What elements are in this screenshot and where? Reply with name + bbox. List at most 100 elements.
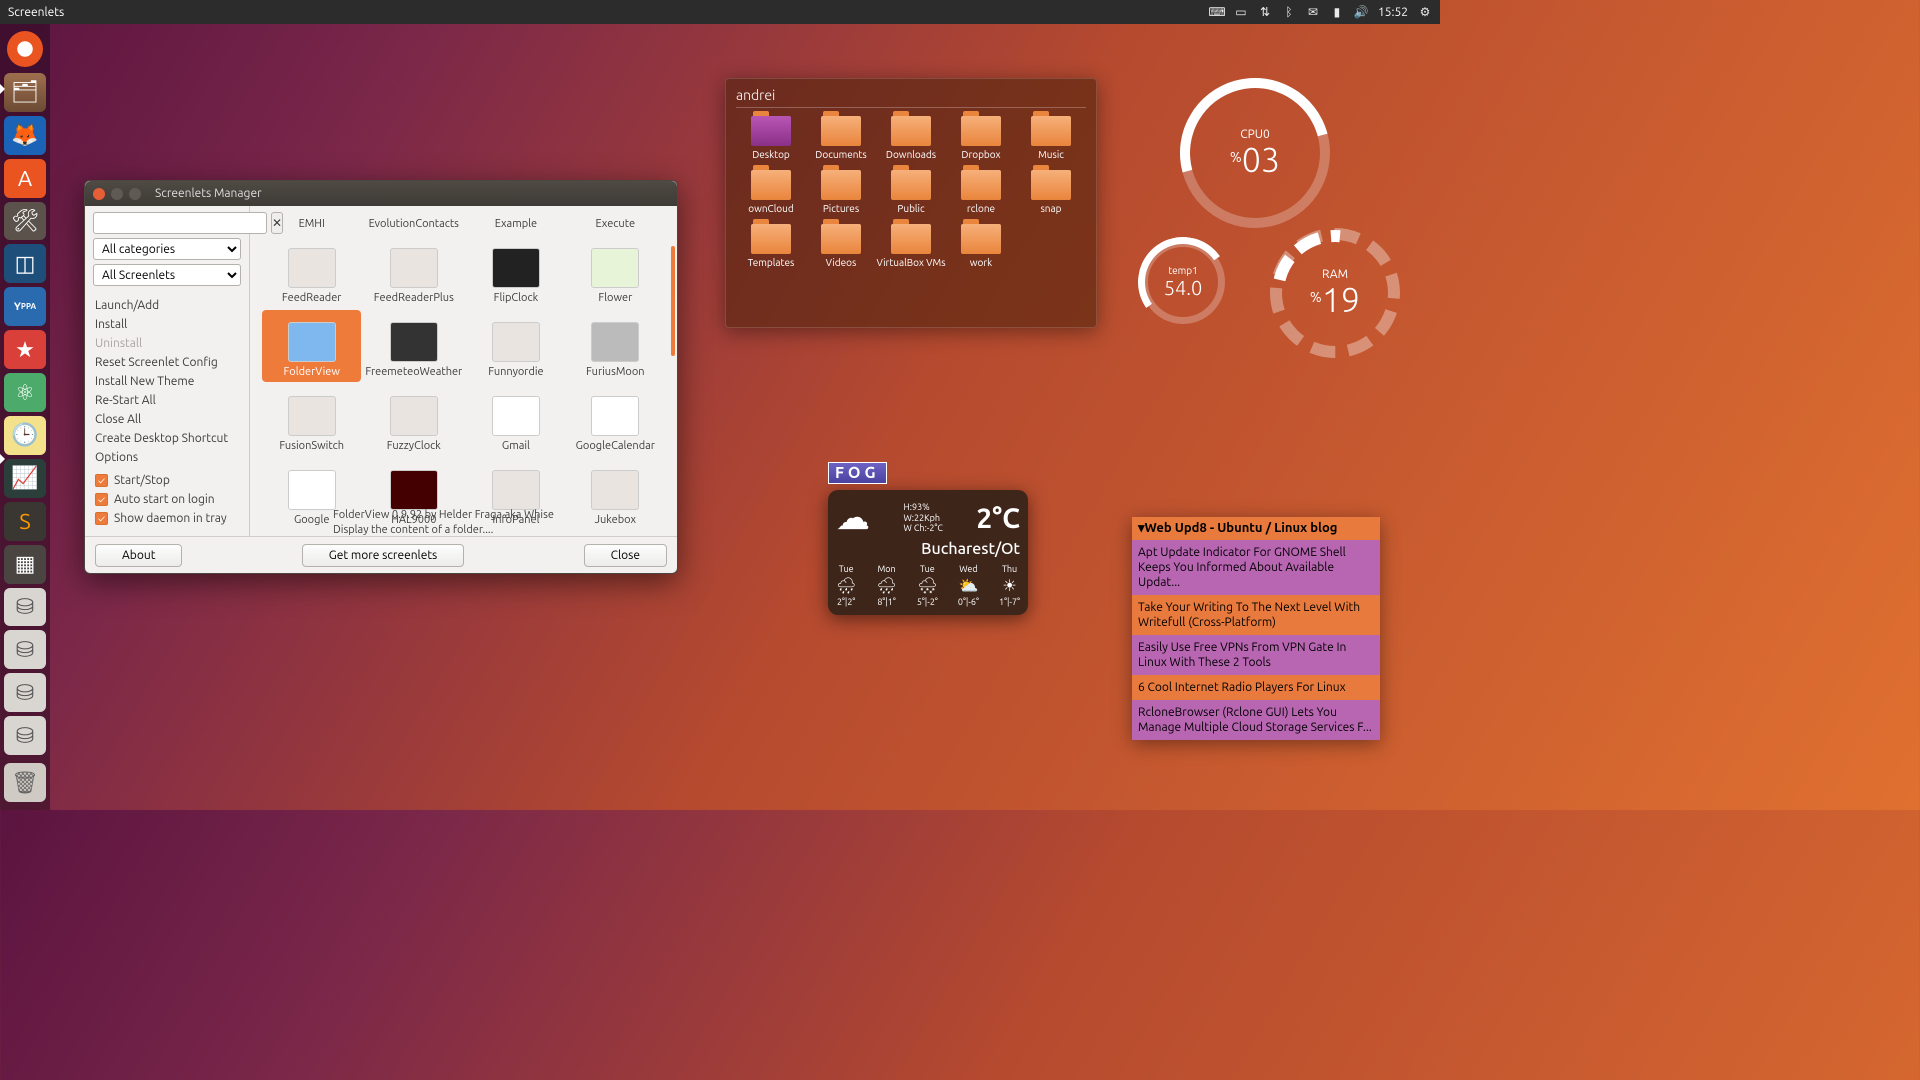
- menu-options[interactable]: Options: [93, 448, 241, 467]
- folder-dropbox[interactable]: Dropbox: [946, 116, 1016, 160]
- screenlet-fusionswitch[interactable]: FusionSwitch: [262, 384, 361, 456]
- dash-icon[interactable]: [4, 30, 46, 69]
- sublime-icon[interactable]: S: [4, 502, 46, 541]
- folderview-widget[interactable]: andrei DesktopDocumentsDownloadsDropboxM…: [725, 78, 1097, 328]
- firefox-icon[interactable]: 🦊: [4, 116, 46, 155]
- folder-documents[interactable]: Documents: [806, 116, 876, 160]
- screenlet-googlecalendar[interactable]: GoogleCalendar: [566, 384, 665, 456]
- screenlet-example[interactable]: Example: [466, 212, 565, 234]
- trash-icon[interactable]: 🗑: [4, 763, 46, 802]
- menu-launch-add[interactable]: Launch/Add: [93, 296, 241, 315]
- folder-owncloud[interactable]: ownCloud: [736, 170, 806, 214]
- volume-icon[interactable]: 🔊: [1354, 5, 1368, 19]
- feed-item[interactable]: Easily Use Free VPNs From VPN Gate In Li…: [1132, 635, 1380, 675]
- check-start-stop[interactable]: ✓Start/Stop: [93, 471, 241, 490]
- search-input[interactable]: [93, 212, 267, 234]
- forecast-day: Tue🌧2°|2°: [836, 564, 856, 607]
- menu-install[interactable]: Install: [93, 315, 241, 334]
- mail-icon[interactable]: ✉: [1306, 5, 1320, 19]
- folder-templates[interactable]: Templates: [736, 224, 806, 268]
- drive-icon[interactable]: ⛁: [4, 630, 46, 669]
- folder-downloads[interactable]: Downloads: [876, 116, 946, 160]
- rss-feed-widget[interactable]: ▾Web Upd8 - Ubuntu / Linux blog Apt Upda…: [1132, 517, 1380, 740]
- keyboard-icon[interactable]: ⌨: [1210, 5, 1224, 19]
- folder-videos[interactable]: Videos: [806, 224, 876, 268]
- screenlets-icon[interactable]: 🕒: [4, 416, 46, 455]
- manager-sidebar: ✕ All categories All Screenlets Launch/A…: [85, 206, 250, 536]
- menu-create-desktop-shortcut[interactable]: Create Desktop Shortcut: [93, 429, 241, 448]
- menu-close-all[interactable]: Close All: [93, 410, 241, 429]
- folder-work[interactable]: work: [946, 224, 1016, 268]
- drive-icon[interactable]: ⛁: [4, 673, 46, 712]
- maximize-icon[interactable]: [129, 188, 141, 200]
- feed-title[interactable]: ▾Web Upd8 - Ubuntu / Linux blog: [1132, 517, 1380, 540]
- forecast-day: Wed⛅0°|-6°: [958, 564, 979, 607]
- screenlet-furiusmoon[interactable]: FuriusMoon: [566, 310, 665, 382]
- gear-icon[interactable]: ⚙: [1418, 5, 1432, 19]
- workspace-switcher-icon[interactable]: ▦: [4, 545, 46, 584]
- window-titlebar[interactable]: Screenlets Manager: [85, 181, 677, 206]
- screenlet-flower[interactable]: Flower: [566, 236, 665, 308]
- weather-widget[interactable]: FOG ☁ H:93% W:22Kph W Ch:-2°C 2°C Buchar…: [828, 462, 1028, 615]
- menu-reset-screenlet-config[interactable]: Reset Screenlet Config: [93, 353, 241, 372]
- folder-pictures[interactable]: Pictures: [806, 170, 876, 214]
- folder-rclone[interactable]: rclone: [946, 170, 1016, 214]
- folder-public[interactable]: Public: [876, 170, 946, 214]
- drive-icon[interactable]: ⛁: [4, 588, 46, 627]
- folder-virtualbox-vms[interactable]: VirtualBox VMs: [876, 224, 946, 268]
- screenlets-manager-window: Screenlets Manager ✕ All categories All …: [84, 180, 678, 574]
- current-temp: 2°C: [976, 503, 1020, 534]
- scrollbar[interactable]: [671, 246, 675, 356]
- check-show-daemon-in-tray[interactable]: ✓Show daemon in tray: [93, 509, 241, 528]
- about-button[interactable]: About: [95, 544, 182, 567]
- folder-music[interactable]: Music: [1016, 116, 1086, 160]
- atom-icon[interactable]: ⚛: [4, 373, 46, 412]
- screenlet-feedreaderplus[interactable]: FeedReaderPlus: [361, 236, 466, 308]
- close-icon[interactable]: [93, 188, 105, 200]
- display-icon[interactable]: ▭: [1234, 5, 1248, 19]
- screenlet-funnyordie[interactable]: Funnyordie: [466, 310, 565, 382]
- wunderlist-icon[interactable]: ★: [4, 330, 46, 369]
- menu-re-start-all[interactable]: Re-Start All: [93, 391, 241, 410]
- folder-desktop[interactable]: Desktop: [736, 116, 806, 160]
- files-icon[interactable]: 🗂: [4, 73, 46, 112]
- screenlet-gmail[interactable]: Gmail: [466, 384, 565, 456]
- screenlet-execute[interactable]: Execute: [566, 212, 665, 234]
- folderview-title: andrei: [736, 87, 1086, 108]
- check-auto-start-on-login[interactable]: ✓Auto start on login: [93, 490, 241, 509]
- forecast-day: Thu☀1°|-7°: [999, 564, 1020, 607]
- battery-icon[interactable]: ▮: [1330, 5, 1344, 19]
- menu-install-new-theme[interactable]: Install New Theme: [93, 372, 241, 391]
- screenlet-folderview[interactable]: FolderView: [262, 310, 361, 382]
- feed-item[interactable]: Take Your Writing To The Next Level With…: [1132, 595, 1380, 635]
- network-icon[interactable]: ⇅: [1258, 5, 1272, 19]
- virtualbox-icon[interactable]: ◫: [4, 244, 46, 283]
- drive-icon[interactable]: ⛁: [4, 716, 46, 755]
- folder-snap[interactable]: snap: [1016, 170, 1086, 214]
- window-title: Screenlets Manager: [155, 187, 262, 200]
- minimize-icon[interactable]: [111, 188, 123, 200]
- feed-item[interactable]: RcloneBrowser (Rclone GUI) Lets You Mana…: [1132, 700, 1380, 740]
- screenlet-feedreader[interactable]: FeedReader: [262, 236, 361, 308]
- screenlet-fuzzyclock[interactable]: FuzzyClock: [361, 384, 466, 456]
- settings-icon[interactable]: 🛠: [4, 202, 46, 241]
- feed-item[interactable]: 6 Cool Internet Radio Players For Linux: [1132, 675, 1380, 700]
- weather-city: Bucharest/Ot: [836, 540, 1020, 558]
- screenlet-evolutioncontacts[interactable]: EvolutionContacts: [361, 212, 466, 234]
- clock[interactable]: 15:52: [1378, 6, 1408, 19]
- software-center-icon[interactable]: A: [4, 159, 46, 198]
- screenlet-flipclock[interactable]: FlipClock: [466, 236, 565, 308]
- screenlet-emhi[interactable]: EMHI: [262, 212, 361, 234]
- get-more-button[interactable]: Get more screenlets: [302, 544, 464, 567]
- screenlet-select[interactable]: All Screenlets: [93, 264, 241, 286]
- close-button[interactable]: Close: [584, 544, 667, 567]
- weather-meta: H:93% W:22Kph W Ch:-2°C: [904, 502, 943, 534]
- category-select[interactable]: All categories: [93, 238, 241, 260]
- temp-gauge: temp1 54.0: [1141, 240, 1225, 324]
- system-monitor-icon[interactable]: 📈: [4, 459, 46, 498]
- yppa-icon[interactable]: YPPA: [4, 287, 46, 326]
- screenlet-freemeteoweather[interactable]: FreemeteoWeather: [361, 310, 466, 382]
- forecast-day: Mon🌧8°|1°: [876, 564, 896, 607]
- bluetooth-icon[interactable]: ᛒ: [1282, 5, 1296, 19]
- feed-item[interactable]: Apt Update Indicator For GNOME Shell Kee…: [1132, 540, 1380, 595]
